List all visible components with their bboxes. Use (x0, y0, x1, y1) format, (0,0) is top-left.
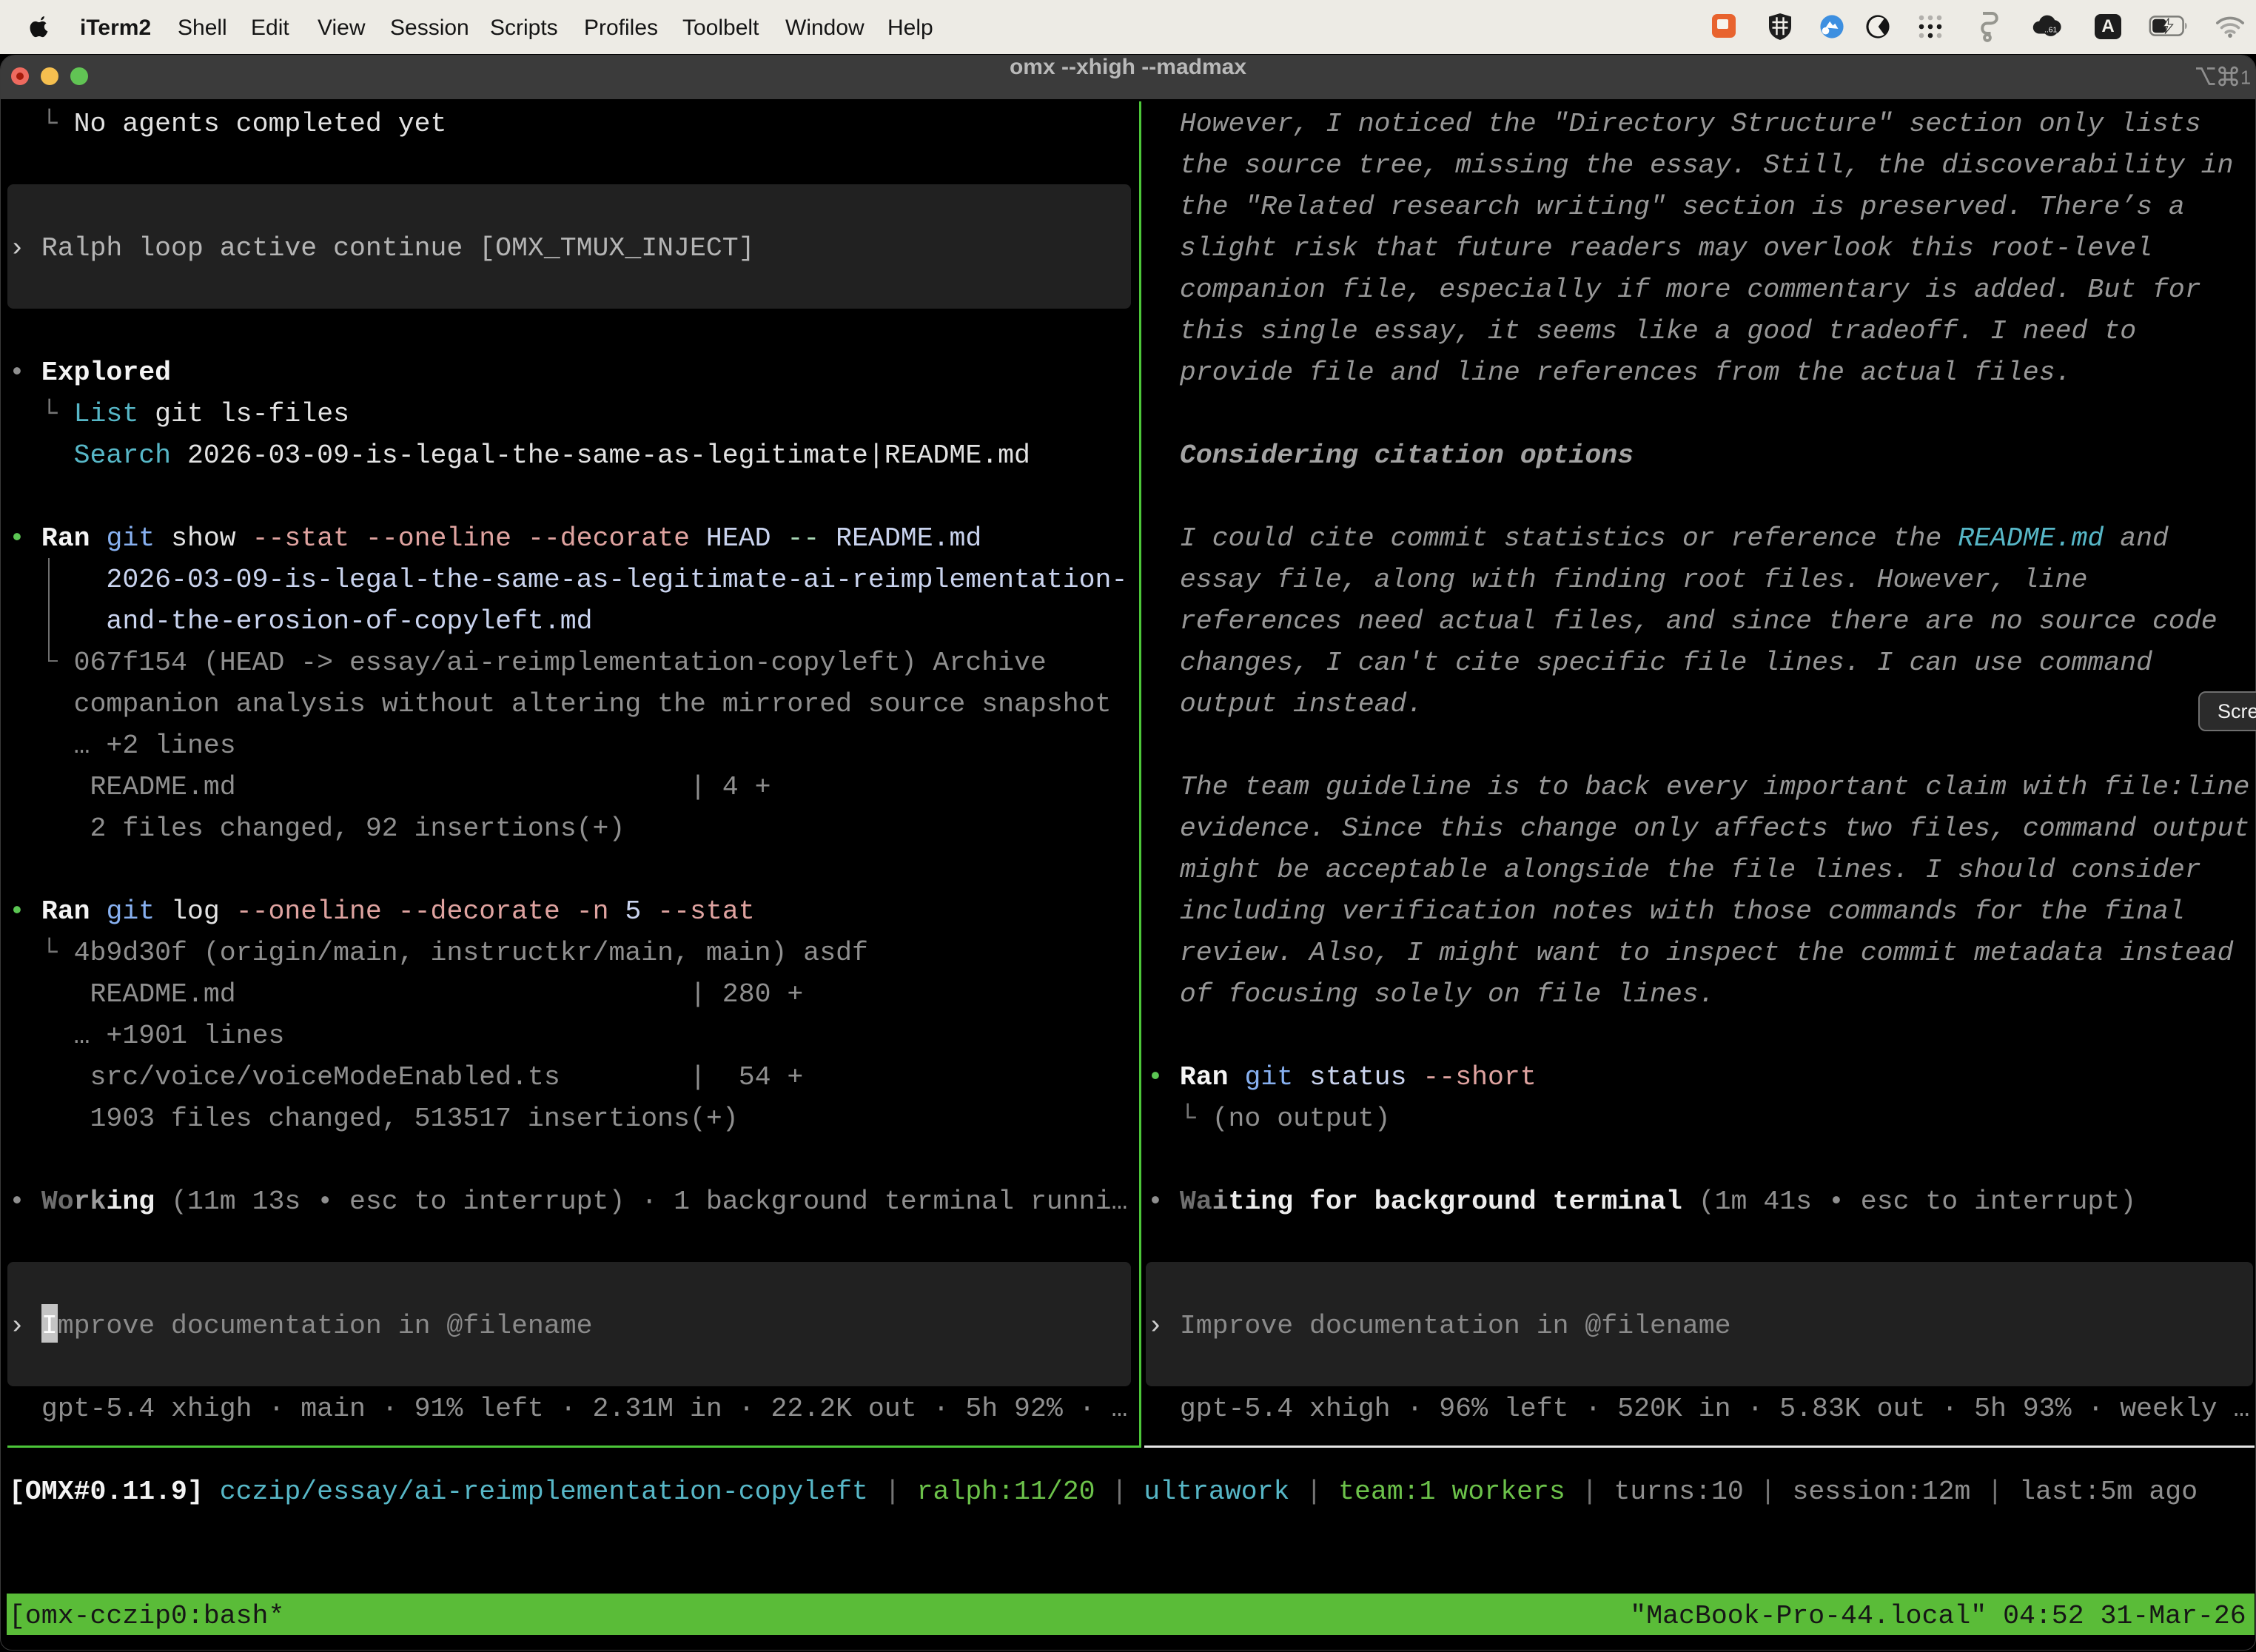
svg-text:..61: ..61 (2044, 26, 2058, 34)
svg-text:1: 1 (2240, 68, 2251, 88)
